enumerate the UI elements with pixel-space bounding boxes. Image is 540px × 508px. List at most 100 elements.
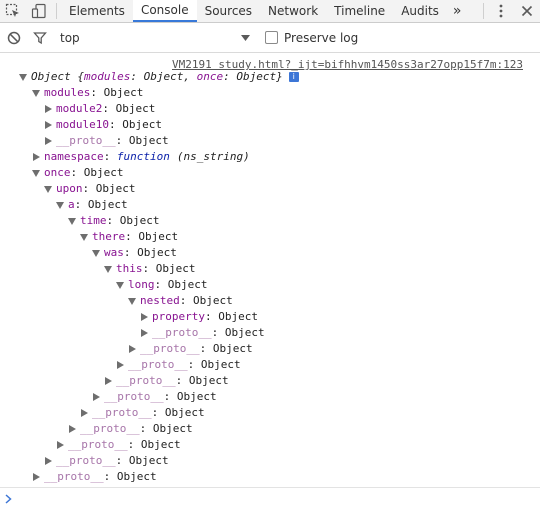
collapse-triangle-icon[interactable]: [32, 89, 40, 97]
tab-sources[interactable]: Sources: [197, 0, 260, 22]
property-value: Object: [167, 278, 208, 291]
tree-row[interactable]: was: Object: [92, 245, 177, 261]
expand-triangle-icon[interactable]: [141, 313, 148, 321]
property-value: Object: [122, 118, 162, 131]
expand-triangle-icon[interactable]: [45, 457, 52, 465]
property-value: Object: [193, 294, 233, 307]
property-key: __proto__: [80, 422, 140, 435]
summary-suffix: }: [276, 70, 283, 83]
more-tabs-button[interactable]: »: [447, 0, 468, 22]
tree-row[interactable]: this: Object: [104, 261, 196, 277]
tree-row[interactable]: __proto__: Object: [68, 421, 193, 437]
tree-row[interactable]: __proto__: Object: [80, 405, 205, 421]
collapse-triangle-icon[interactable]: [44, 185, 52, 193]
tree-row[interactable]: nested: Object: [128, 293, 233, 309]
property-key: __proto__: [92, 406, 152, 419]
console-prompt[interactable]: [0, 487, 540, 508]
key-separator: :: [204, 310, 219, 323]
property-value: Object: [116, 470, 157, 483]
property-key: a: [68, 198, 75, 211]
tree-row[interactable]: __proto__: Object: [56, 437, 181, 453]
key-separator: :: [151, 406, 165, 419]
console-filterbar: top Preserve log: [0, 23, 540, 53]
property-value: Object: [188, 374, 229, 387]
preserve-log-toggle[interactable]: Preserve log: [265, 31, 358, 45]
property-key: upon: [56, 182, 83, 195]
tree-row[interactable]: module2: Object: [44, 101, 155, 117]
expand-triangle-icon[interactable]: [69, 425, 76, 433]
tree-row[interactable]: __proto__: Object: [44, 453, 169, 469]
collapse-triangle-icon[interactable]: [128, 297, 136, 305]
expand-triangle-icon[interactable]: [45, 105, 52, 113]
key-separator: :: [175, 374, 189, 387]
expand-triangle-icon[interactable]: [19, 73, 27, 81]
collapse-triangle-icon[interactable]: [56, 201, 64, 209]
tab-elements[interactable]: Elements: [61, 0, 133, 22]
tree-row[interactable]: __proto__: Object: [92, 389, 217, 405]
expand-triangle-icon[interactable]: [81, 409, 88, 417]
expand-triangle-icon[interactable]: [117, 361, 124, 369]
preserve-log-checkbox[interactable]: [265, 31, 278, 44]
tree-row[interactable]: upon: Object: [44, 181, 136, 197]
tree-row[interactable]: module10: Object: [44, 117, 162, 133]
tab-network[interactable]: Network: [260, 0, 326, 22]
tree-row[interactable]: __proto__: Object: [32, 469, 157, 485]
key-separator: :: [115, 134, 129, 147]
clear-console-icon[interactable]: [4, 28, 24, 48]
tree-row[interactable]: long: Object: [116, 277, 208, 293]
tab-audits[interactable]: Audits: [393, 0, 447, 22]
collapse-triangle-icon[interactable]: [68, 217, 76, 225]
tree-row[interactable]: time: Object: [68, 213, 160, 229]
tree-row[interactable]: modules: Object: [32, 85, 143, 101]
object-summary-row[interactable]: Object { modules : Object , once : Objec…: [19, 69, 299, 85]
expand-triangle-icon[interactable]: [57, 441, 64, 449]
tree-row[interactable]: __proto__: Object: [104, 373, 229, 389]
collapse-triangle-icon[interactable]: [116, 281, 124, 289]
devtools-tabbar: Elements Console Sources Network Timelin…: [0, 0, 540, 23]
tree-row[interactable]: __proto__: Object: [140, 325, 265, 341]
context-selector[interactable]: top: [60, 31, 235, 45]
function-signature: (ns_string): [176, 150, 250, 163]
tab-timeline[interactable]: Timeline: [326, 0, 393, 22]
tree-row[interactable]: __proto__: Object: [116, 357, 241, 373]
property-value: Object: [103, 86, 144, 99]
expand-triangle-icon[interactable]: [45, 121, 52, 129]
preserve-log-label: Preserve log: [284, 30, 359, 45]
tree-row[interactable]: __proto__: Object: [128, 341, 253, 357]
summary-key-modules: modules: [83, 70, 131, 83]
tree-row[interactable]: there: Object: [80, 229, 178, 245]
expand-triangle-icon[interactable]: [33, 473, 40, 481]
summary-key-once: once: [196, 70, 224, 83]
key-separator: :: [108, 118, 123, 131]
inspect-element-icon[interactable]: [0, 0, 26, 22]
collapse-triangle-icon[interactable]: [92, 249, 100, 257]
key-separator: :: [115, 454, 129, 467]
filter-icon[interactable]: [30, 28, 50, 48]
kebab-menu-icon[interactable]: [488, 0, 514, 22]
info-icon[interactable]: i: [288, 72, 299, 82]
tree-row[interactable]: namespace: function (ns_string): [32, 149, 250, 165]
key-separator: :: [106, 214, 120, 227]
collapse-triangle-icon[interactable]: [32, 169, 40, 177]
tree-row[interactable]: a: Object: [56, 197, 128, 213]
expand-triangle-icon[interactable]: [105, 377, 112, 385]
property-value: Object: [87, 198, 128, 211]
close-icon[interactable]: [514, 0, 540, 22]
expand-triangle-icon[interactable]: [33, 153, 40, 161]
key-separator: :: [154, 278, 168, 291]
collapse-triangle-icon[interactable]: [80, 233, 88, 241]
expand-triangle-icon[interactable]: [93, 393, 100, 401]
tree-row[interactable]: __proto__: Object: [44, 133, 169, 149]
tree-row[interactable]: property: Object: [140, 309, 258, 325]
chevron-down-icon[interactable]: [235, 34, 255, 41]
device-mode-icon[interactable]: [26, 0, 52, 22]
property-value: Object: [224, 326, 265, 339]
tree-row[interactable]: once: Object: [32, 165, 124, 181]
property-key: namespace: [44, 150, 104, 163]
expand-triangle-icon[interactable]: [129, 345, 136, 353]
collapse-triangle-icon[interactable]: [104, 265, 112, 273]
tab-console[interactable]: Console: [132, 0, 197, 22]
expand-triangle-icon[interactable]: [141, 329, 148, 337]
expand-triangle-icon[interactable]: [45, 137, 52, 145]
toolbar-divider: [483, 3, 484, 19]
